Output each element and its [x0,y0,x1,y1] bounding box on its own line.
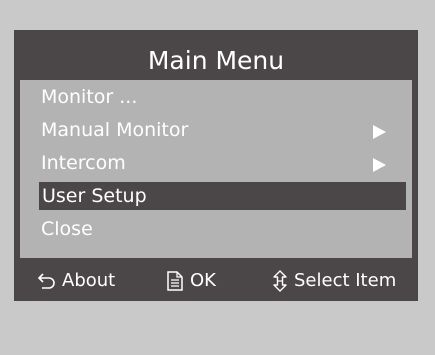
menu-item-label: User Setup [42,185,147,207]
menu-item-monitor[interactable]: Monitor ... [20,83,412,111]
submenu-arrow-icon [373,158,386,172]
menu-item-intercom[interactable]: Intercom [20,149,412,177]
ok-hint[interactable]: OK [166,264,216,298]
submenu-arrow-icon [373,125,386,139]
menu-item-manual-monitor[interactable]: Manual Monitor [20,116,412,144]
menu-title: Main Menu [147,46,285,75]
menu-item-label: Manual Monitor [41,119,189,141]
about-hint[interactable]: About [36,264,115,298]
up-down-arrow-icon [273,270,287,292]
menu-item-label: Monitor ... [41,86,138,108]
footer-hints: About OK Select Item [14,264,418,298]
menu-item-close[interactable]: Close [20,215,412,243]
back-arrow-icon [37,273,55,289]
menu-list: Monitor ... Manual Monitor Intercom User… [20,80,412,258]
select-item-label: Select Item [294,270,397,291]
ok-label: OK [190,270,216,291]
main-menu-window: Main Menu Monitor ... Manual Monitor Int… [14,30,418,301]
about-label: About [62,270,116,291]
select-item-hint[interactable]: Select Item [272,264,396,298]
menu-item-user-setup[interactable]: User Setup [39,182,406,210]
document-icon [167,271,183,291]
menu-item-label: Intercom [41,152,126,174]
menu-item-label: Close [41,218,93,240]
